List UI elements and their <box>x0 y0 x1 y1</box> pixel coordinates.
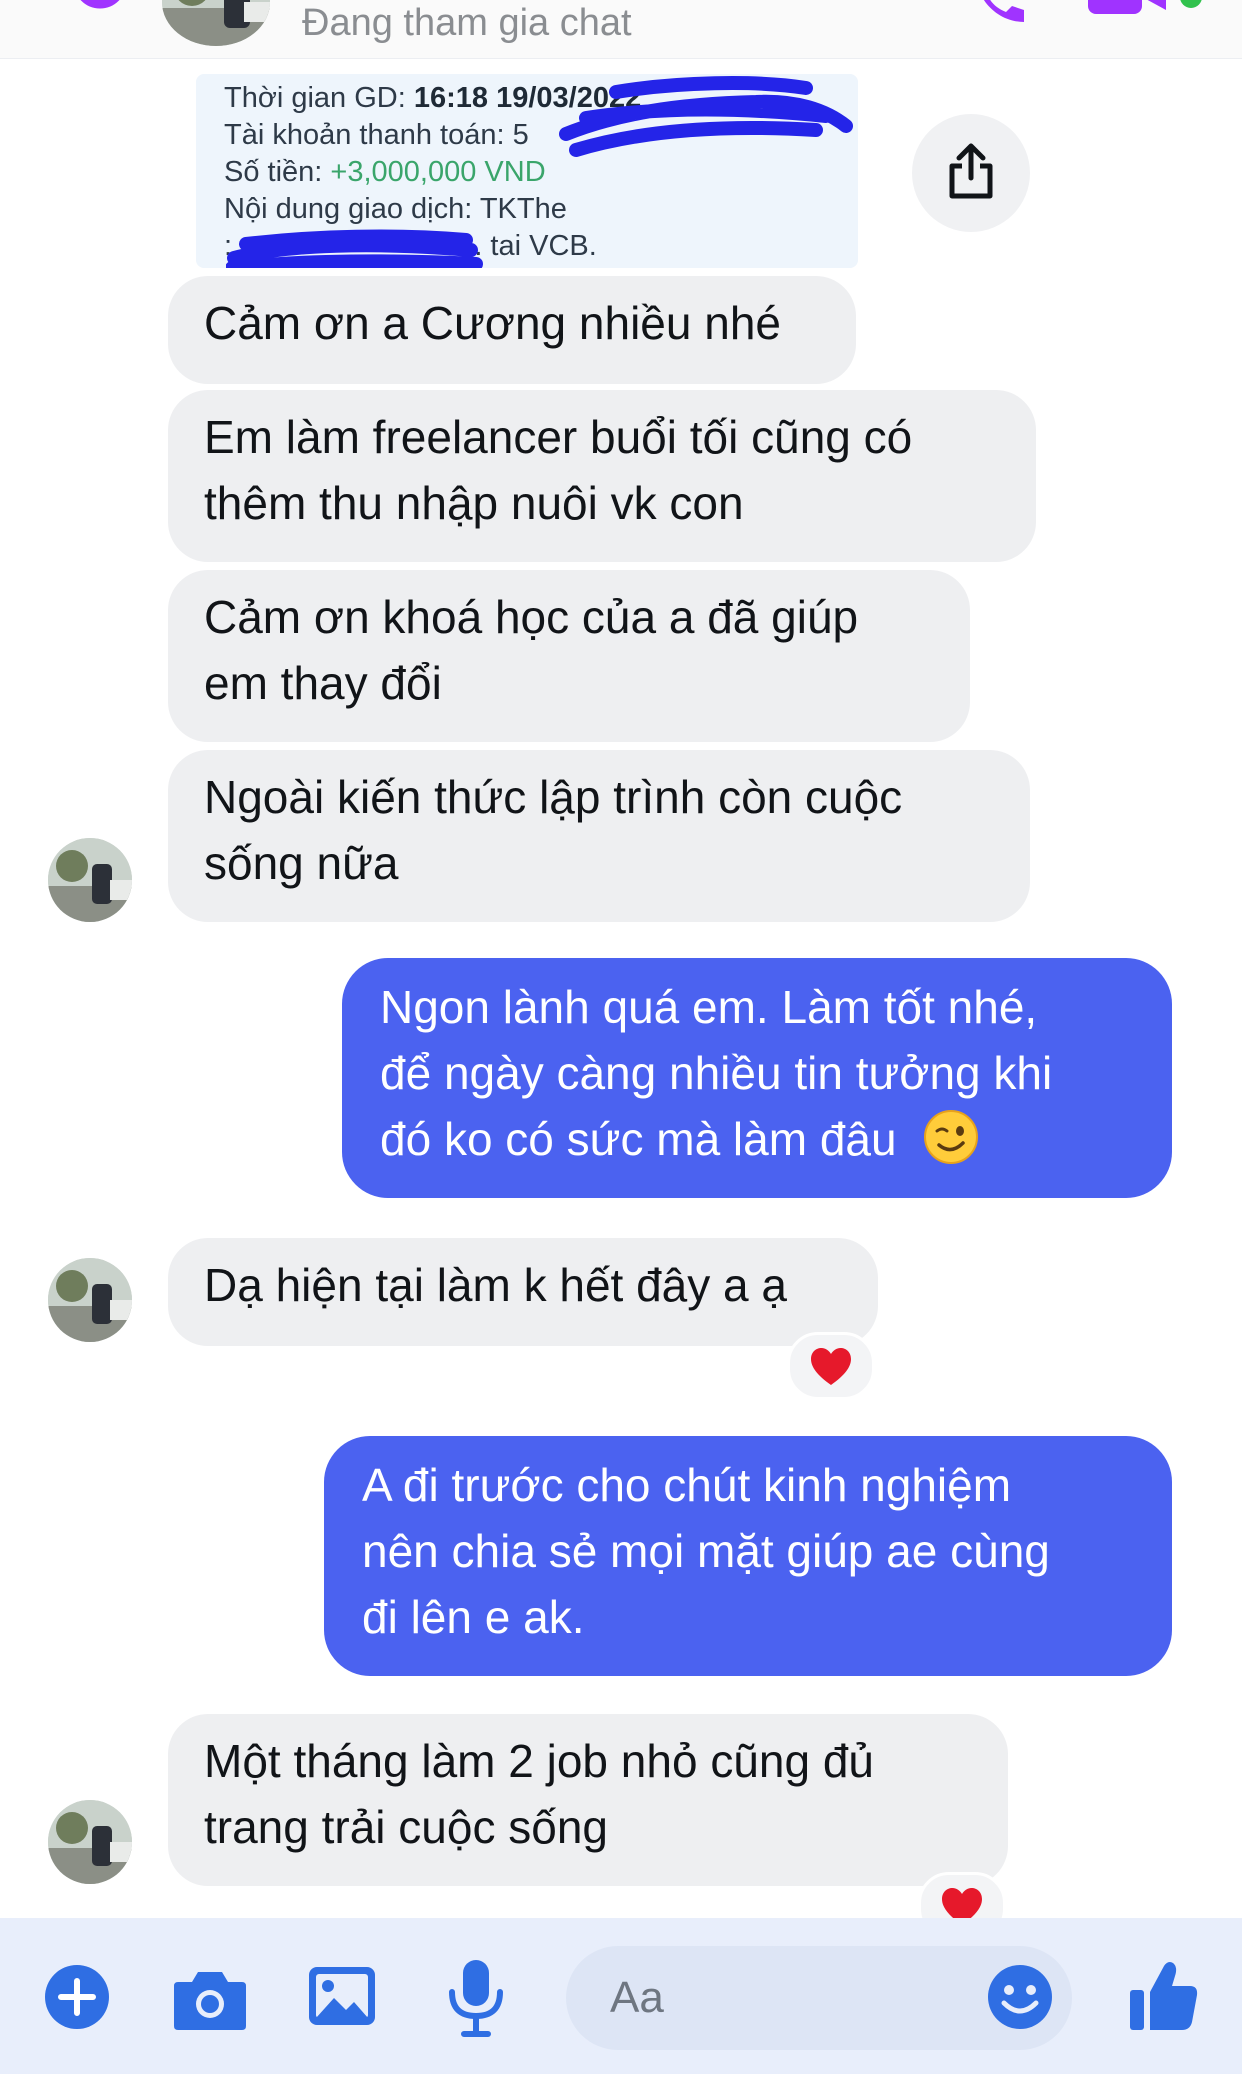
camera-icon[interactable] <box>172 1966 248 2032</box>
share-button[interactable] <box>912 114 1030 232</box>
winking-face-emoji <box>924 1110 979 1164</box>
message-text-fragment: đó ko có sức mà làm đâu <box>380 1113 897 1165</box>
receipt-account: Tài khoản thanh toán: 5 <box>224 117 529 154</box>
receipt-time-label: Thời gian GD: <box>224 82 406 114</box>
redaction-scribble <box>226 229 483 268</box>
bank-receipt-image[interactable]: Thời gian GD: 16:18 19/03/2022 Tài khoản… <box>196 74 858 268</box>
receipt-content-label: Nội dung giao dịch: TKThe <box>224 193 567 225</box>
contact-avatar[interactable] <box>48 838 132 922</box>
message-text: sống nữa <box>204 837 399 889</box>
microphone-icon[interactable] <box>446 1958 506 2040</box>
online-indicator <box>1180 0 1202 8</box>
message-text: nên chia sẻ mọi mặt giúp ae cùng <box>362 1525 1050 1577</box>
message-text: đó ko có sức mà làm đâu <box>380 1106 1134 1172</box>
message-text: Dạ hiện tại làm k hết đây a ạ <box>204 1259 787 1311</box>
receipt-amount: Số tiền: +3,000,000 VND <box>224 154 546 191</box>
redaction-scribble <box>559 76 853 157</box>
message-text: Em làm freelancer buổi tối cũng có <box>204 411 913 463</box>
chat-header: Đang tham gia chat <box>0 0 1242 59</box>
message-text: A đi trước cho chút kinh nghiệm <box>362 1459 1012 1511</box>
message-text: để ngày càng nhiều tin tưởng khi <box>380 1047 1053 1099</box>
receipt-content: Nội dung giao dịch: TKThe <box>224 191 567 228</box>
message-text: Cảm ơn a Cương nhiều nhé <box>204 297 781 349</box>
message-text: em thay đổi <box>204 657 442 709</box>
message-bubble-incoming[interactable]: Dạ hiện tại làm k hết đây a ạ <box>168 1238 878 1346</box>
receipt-amount-label: Số tiền: <box>224 156 323 188</box>
message-bubble-incoming[interactable]: Ngoài kiến thức lập trình còn cuộc sống … <box>168 750 1030 922</box>
video-camera-icon[interactable] <box>1084 0 1168 22</box>
message-text: Một tháng làm 2 job nhỏ cũng đủ <box>204 1735 875 1787</box>
thumbs-up-icon[interactable] <box>1128 1958 1200 2034</box>
message-text: Cảm ơn khoá học của a đã giúp <box>204 591 859 643</box>
composer-bar <box>0 1918 1242 2074</box>
message-bubble-incoming[interactable]: Một tháng làm 2 job nhỏ cũng đủ trang tr… <box>168 1714 1008 1886</box>
presence-status: Đang tham gia chat <box>302 2 632 44</box>
message-bubble-outgoing[interactable]: Ngon lành quá em. Làm tốt nhé, để ngày c… <box>342 958 1172 1198</box>
back-arrow-icon[interactable] <box>22 0 132 40</box>
message-bubble-incoming[interactable]: Em làm freelancer buổi tối cũng có thêm … <box>168 390 1036 562</box>
message-text: Ngon lành quá em. Làm tốt nhé, <box>380 981 1038 1033</box>
heart-reaction[interactable] <box>787 1332 875 1400</box>
message-bubble-incoming[interactable]: Cảm ơn khoá học của a đã giúp em thay đổ… <box>168 570 970 742</box>
message-bubble-outgoing[interactable]: A đi trước cho chút kinh nghiệm nên chia… <box>324 1436 1172 1676</box>
message-text: thêm thu nhập nuôi vk con <box>204 477 744 529</box>
receipt-account-value: 5 <box>512 119 529 151</box>
image-icon[interactable] <box>306 1964 378 2028</box>
contact-avatar[interactable] <box>48 1258 132 1342</box>
plus-icon[interactable] <box>44 1964 110 2030</box>
message-text: trang trải cuộc sống <box>204 1801 609 1853</box>
contact-avatar[interactable] <box>162 0 270 46</box>
message-bubble-incoming[interactable]: Cảm ơn a Cương nhiều nhé <box>168 276 856 384</box>
share-icon <box>949 143 993 199</box>
message-text: Ngoài kiến thức lập trình còn cuộc <box>204 771 903 823</box>
receipt-amount-value: +3,000,000 VND <box>330 156 546 188</box>
message-text: đi lên e ak. <box>362 1591 585 1643</box>
receipt-account-label: Tài khoản thanh toán: <box>224 119 505 151</box>
smiley-icon[interactable] <box>986 1963 1054 2031</box>
phone-icon[interactable] <box>968 0 1030 32</box>
contact-avatar[interactable] <box>48 1800 132 1884</box>
heart-icon <box>811 1348 851 1385</box>
